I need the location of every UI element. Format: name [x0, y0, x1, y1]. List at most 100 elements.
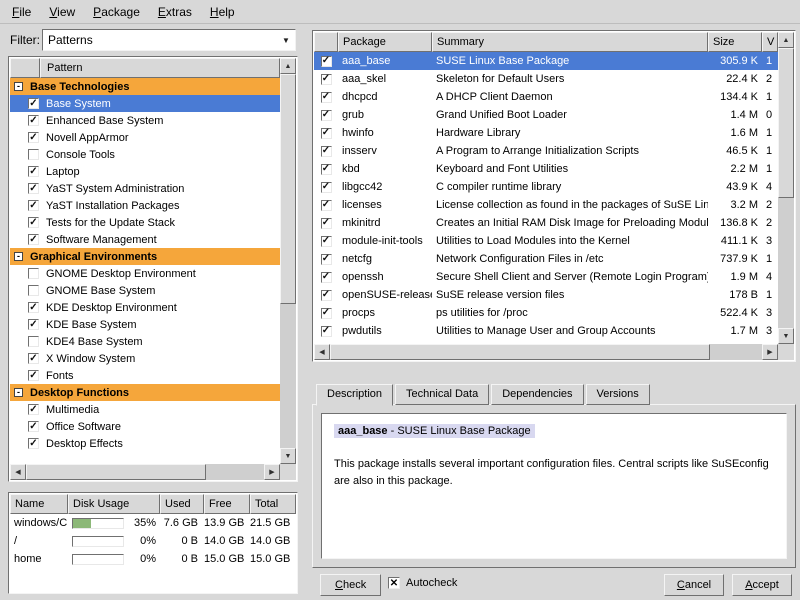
package-row[interactable]: ✓opensshSecure Shell Client and Server (… [314, 268, 778, 286]
menu-item-extras[interactable]: Extras [150, 2, 200, 22]
pattern-checkbox[interactable]: ✓ [28, 183, 39, 194]
pattern-checkbox[interactable]: ✓ [28, 421, 39, 432]
pattern-checkbox[interactable]: ✓ [28, 370, 39, 381]
pattern-item-row[interactable]: ✓YaST System Administration [10, 180, 280, 197]
package-column-header[interactable]: Package [338, 32, 432, 52]
collapse-minus-icon[interactable]: - [14, 388, 23, 397]
pattern-item-row[interactable]: ✓Desktop Effects [10, 435, 280, 452]
package-column-header[interactable]: V [762, 32, 778, 52]
package-row[interactable]: ✓aaa_baseSUSE Linux Base Package305.9 K1 [314, 52, 778, 70]
filter-dropdown[interactable]: Patterns ▼ [42, 29, 296, 51]
scrollbar-thumb[interactable] [280, 74, 296, 304]
pattern-item-row[interactable]: ✓Novell AppArmor [10, 129, 280, 146]
menu-item-file[interactable]: File [4, 2, 39, 22]
pattern-checkbox[interactable]: ✓ [28, 98, 39, 109]
package-checkbox[interactable]: ✓ [321, 290, 332, 301]
pattern-item-row[interactable]: KDE4 Base System [10, 333, 280, 350]
pattern-vertical-scrollbar[interactable]: ▲ ▼ [280, 58, 296, 464]
tab-dependencies[interactable]: Dependencies [491, 384, 583, 405]
menu-item-help[interactable]: Help [202, 2, 243, 22]
package-row[interactable]: ✓netcfgNetwork Configuration Files in /e… [314, 250, 778, 268]
pattern-item-row[interactable]: Console Tools [10, 146, 280, 163]
package-row[interactable]: ✓hwinfoHardware Library1.6 M1 [314, 124, 778, 142]
pattern-group-row[interactable]: -Desktop Functions [10, 384, 280, 401]
pattern-checkbox[interactable] [28, 149, 39, 160]
package-checkbox[interactable]: ✓ [321, 200, 332, 211]
package-row[interactable]: ✓kbdKeyboard and Font Utilities2.2 M1 [314, 160, 778, 178]
pattern-item-row[interactable]: ✓YaST Installation Packages [10, 197, 280, 214]
chevron-down-icon[interactable]: ▼ [277, 36, 295, 45]
package-checkbox[interactable]: ✓ [321, 74, 332, 85]
pattern-checkbox[interactable]: ✓ [28, 115, 39, 126]
pattern-checkbox[interactable] [28, 268, 39, 279]
package-checkbox[interactable]: ✓ [321, 326, 332, 337]
package-row[interactable]: ✓procpsps utilities for /proc522.4 K3 [314, 304, 778, 322]
pattern-checkbox[interactable]: ✓ [28, 166, 39, 177]
pattern-item-row[interactable]: ✓Fonts [10, 367, 280, 384]
menu-item-package[interactable]: Package [85, 2, 148, 22]
pattern-group-row[interactable]: -Base Technologies [10, 78, 280, 95]
pattern-item-row[interactable]: ✓Laptop [10, 163, 280, 180]
package-checkbox[interactable]: ✓ [321, 110, 332, 121]
pattern-checkbox[interactable] [28, 285, 39, 296]
pattern-column-header[interactable]: Pattern [40, 58, 280, 78]
pattern-group-row[interactable]: -Graphical Environments [10, 248, 280, 265]
package-checkbox[interactable]: ✓ [321, 164, 332, 175]
menu-item-view[interactable]: View [41, 2, 83, 22]
package-row[interactable]: ✓insservA Program to Arrange Initializat… [314, 142, 778, 160]
pattern-checkbox[interactable]: ✓ [28, 132, 39, 143]
package-checkbox[interactable]: ✓ [321, 56, 332, 67]
package-column-header[interactable]: Summary [432, 32, 708, 52]
package-checkbox[interactable]: ✓ [321, 236, 332, 247]
package-row[interactable]: ✓dhcpcdA DHCP Client Daemon134.4 K1 [314, 88, 778, 106]
package-row[interactable]: ✓libgcc42C compiler runtime library43.9 … [314, 178, 778, 196]
scroll-down-icon[interactable]: ▼ [778, 328, 794, 344]
tab-versions[interactable]: Versions [586, 384, 650, 405]
pattern-item-row[interactable]: ✓Office Software [10, 418, 280, 435]
package-column-header[interactable] [314, 32, 338, 52]
package-row[interactable]: ✓grubGrand Unified Boot Loader1.4 M0 [314, 106, 778, 124]
pattern-item-row[interactable]: GNOME Base System [10, 282, 280, 299]
pattern-item-row[interactable]: ✓X Window System [10, 350, 280, 367]
autocheck-control[interactable]: ✕ Autocheck [388, 577, 457, 589]
package-checkbox[interactable]: ✓ [321, 92, 332, 103]
package-column-header[interactable]: Size [708, 32, 762, 52]
package-checkbox[interactable]: ✓ [321, 146, 332, 157]
pattern-checkbox[interactable]: ✓ [28, 438, 39, 449]
package-row[interactable]: ✓module-init-toolsUtilities to Load Modu… [314, 232, 778, 250]
pattern-checkbox[interactable]: ✓ [28, 353, 39, 364]
collapse-minus-icon[interactable]: - [14, 82, 23, 91]
scrollbar-thumb[interactable] [778, 48, 794, 198]
pattern-item-row[interactable]: GNOME Desktop Environment [10, 265, 280, 282]
pattern-checkbox[interactable] [28, 336, 39, 347]
scroll-down-icon[interactable]: ▼ [280, 448, 296, 464]
pattern-checkbox[interactable]: ✓ [28, 319, 39, 330]
pattern-checkbox[interactable]: ✓ [28, 217, 39, 228]
package-checkbox[interactable]: ✓ [321, 128, 332, 139]
pattern-item-row[interactable]: ✓Base System [10, 95, 280, 112]
scroll-right-icon[interactable]: ▶ [762, 344, 778, 360]
tab-description[interactable]: Description [316, 384, 393, 406]
pattern-item-row[interactable]: ✓Tests for the Update Stack [10, 214, 280, 231]
package-row[interactable]: ✓pwdutilsUtilities to Manage User and Gr… [314, 322, 778, 340]
package-checkbox[interactable]: ✓ [321, 182, 332, 193]
autocheck-checkbox[interactable]: ✕ [388, 577, 400, 589]
autocheck-label[interactable]: Autocheck [406, 577, 457, 589]
package-checkbox[interactable]: ✓ [321, 272, 332, 283]
scroll-right-icon[interactable]: ▶ [264, 464, 280, 480]
pattern-item-row[interactable]: ✓KDE Desktop Environment [10, 299, 280, 316]
package-checkbox[interactable]: ✓ [321, 308, 332, 319]
scroll-left-icon[interactable]: ◀ [314, 344, 330, 360]
pattern-checkbox[interactable]: ✓ [28, 234, 39, 245]
collapse-minus-icon[interactable]: - [14, 252, 23, 261]
pattern-horizontal-scrollbar[interactable]: ◀ ▶ [10, 464, 280, 480]
scrollbar-thumb[interactable] [26, 464, 206, 480]
check-button[interactable]: Check [320, 574, 381, 596]
scrollbar-thumb[interactable] [330, 344, 710, 360]
pattern-checkbox[interactable]: ✓ [28, 200, 39, 211]
package-checkbox[interactable]: ✓ [321, 254, 332, 265]
package-vertical-scrollbar[interactable]: ▲ ▼ [778, 32, 794, 344]
pattern-item-row[interactable]: ✓KDE Base System [10, 316, 280, 333]
cancel-button[interactable]: Cancel [664, 574, 724, 596]
pattern-item-row[interactable]: ✓Software Management [10, 231, 280, 248]
